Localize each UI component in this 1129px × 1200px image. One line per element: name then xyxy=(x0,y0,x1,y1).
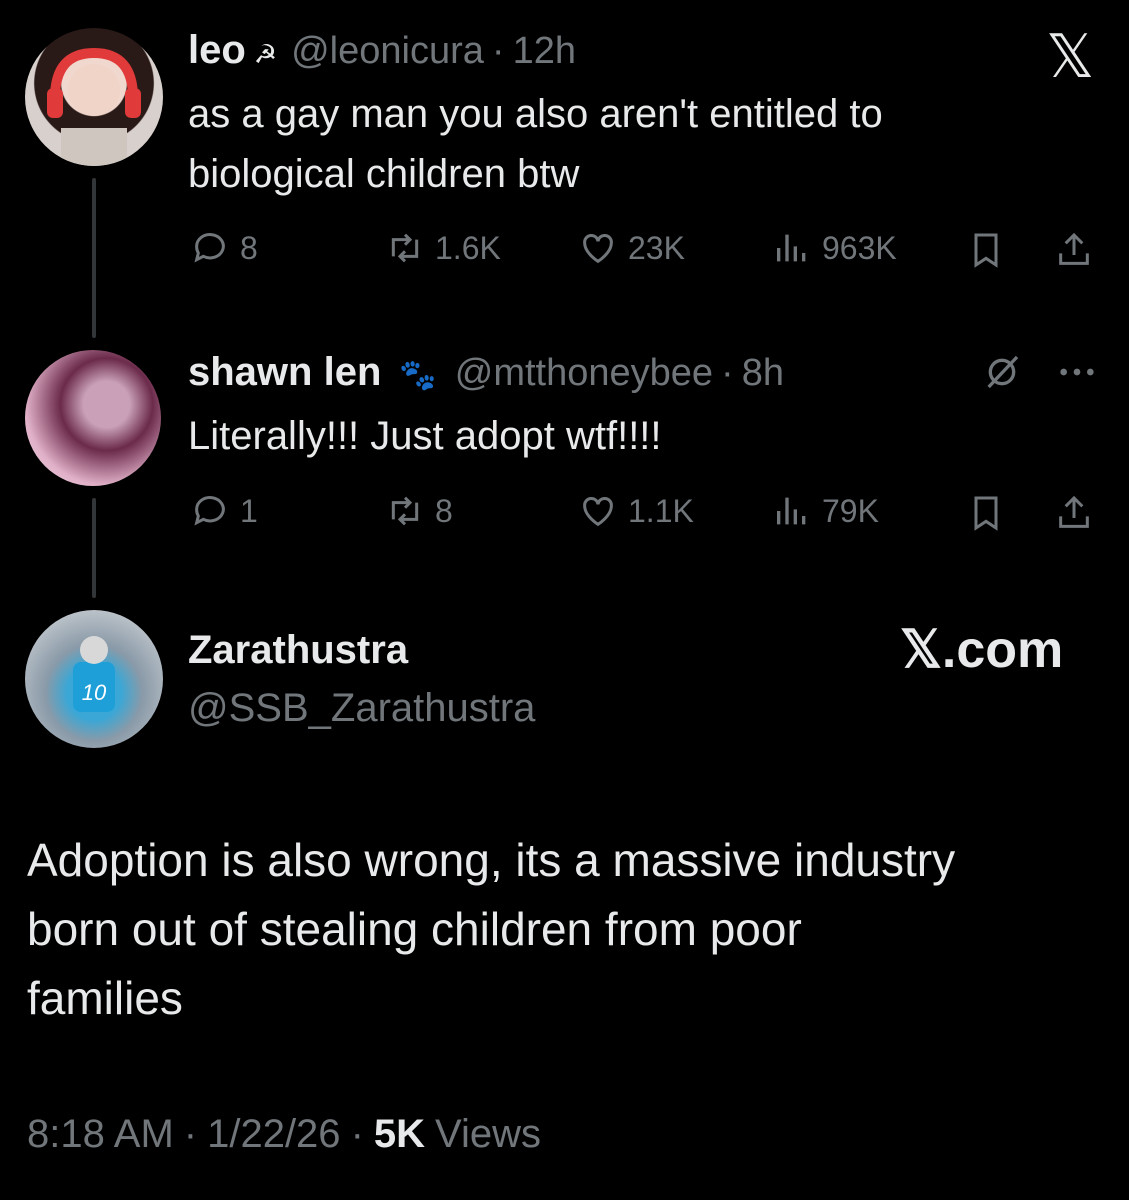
handle[interactable]: @leonicura xyxy=(291,30,484,73)
reply-icon xyxy=(194,233,225,263)
tweet-date[interactable]: 1/22/26 xyxy=(207,1112,340,1157)
share-button[interactable] xyxy=(1054,493,1094,538)
svg-text:10: 10 xyxy=(82,680,107,705)
grok-icon xyxy=(987,355,1019,389)
handle[interactable]: @mtthoneybee xyxy=(455,352,713,395)
display-name[interactable]: Zarathustra xyxy=(188,628,408,673)
more-button[interactable] xyxy=(1057,352,1097,397)
views-button[interactable]: 79K xyxy=(772,491,879,531)
like-button[interactable]: 1.1K xyxy=(578,491,694,531)
bookmark-icon xyxy=(974,496,998,531)
bookmark-icon xyxy=(974,233,998,268)
retweet-button[interactable]: 8 xyxy=(385,491,453,531)
tweet-text: as a gay man you also aren't entitled to… xyxy=(188,92,883,196)
hammer-sickle-emoji: ☭ xyxy=(253,39,278,69)
x-logo-icon: 𝕏 xyxy=(1046,23,1095,90)
reply-icon xyxy=(194,496,225,526)
tweet-text: Literally!!! Just adopt wtf!!!! xyxy=(188,414,662,458)
reply-button[interactable]: 1 xyxy=(190,491,258,531)
views-icon xyxy=(777,497,806,525)
paw-prints-emoji: 🐾 xyxy=(399,359,437,392)
reply-button[interactable]: 8 xyxy=(190,228,258,268)
retweet-icon xyxy=(391,233,419,263)
share-icon xyxy=(1059,232,1089,265)
separator-dot: · xyxy=(183,1112,198,1156)
timestamp[interactable]: 12h xyxy=(513,30,576,73)
source-label: 𝕏.com xyxy=(900,621,1064,679)
like-icon xyxy=(583,234,613,264)
grok-button[interactable] xyxy=(982,352,1022,397)
tweet-meta: 8:18 AM · 1/22/26 · 5K Views xyxy=(27,1112,541,1157)
share-button[interactable] xyxy=(1054,230,1094,275)
retweet-button[interactable]: 1.6K xyxy=(385,228,501,268)
views-icon xyxy=(777,234,806,262)
separator-dot: · xyxy=(721,352,734,394)
tweet-text: Adoption is also wrong, its a massive in… xyxy=(27,834,956,1024)
timestamp[interactable]: 8h xyxy=(742,352,784,395)
handle[interactable]: @SSB_Zarathustra xyxy=(188,686,535,731)
like-icon xyxy=(583,497,613,527)
thread-line xyxy=(92,178,96,338)
like-button[interactable]: 23K xyxy=(578,228,685,268)
display-name[interactable]: shawn len xyxy=(188,350,381,395)
retweet-icon xyxy=(391,496,419,526)
thread-line xyxy=(92,498,96,598)
separator-dot: · xyxy=(491,30,505,72)
share-icon xyxy=(1059,495,1089,528)
avatar-zarathustra[interactable]: 10 xyxy=(25,610,163,748)
separator-dot: · xyxy=(350,1112,364,1156)
avatar-leo[interactable] xyxy=(25,28,163,166)
more-icon xyxy=(1060,368,1094,376)
views-count: 5K xyxy=(373,1112,426,1156)
views-button[interactable]: 963K xyxy=(772,228,897,268)
avatar-shawn[interactable] xyxy=(25,350,161,486)
bookmark-button[interactable] xyxy=(966,230,1006,275)
display-name[interactable]: leo xyxy=(188,28,246,73)
bookmark-button[interactable] xyxy=(966,493,1006,538)
tweet-time[interactable]: 8:18 AM xyxy=(27,1112,174,1157)
views-label: Views xyxy=(435,1112,542,1156)
